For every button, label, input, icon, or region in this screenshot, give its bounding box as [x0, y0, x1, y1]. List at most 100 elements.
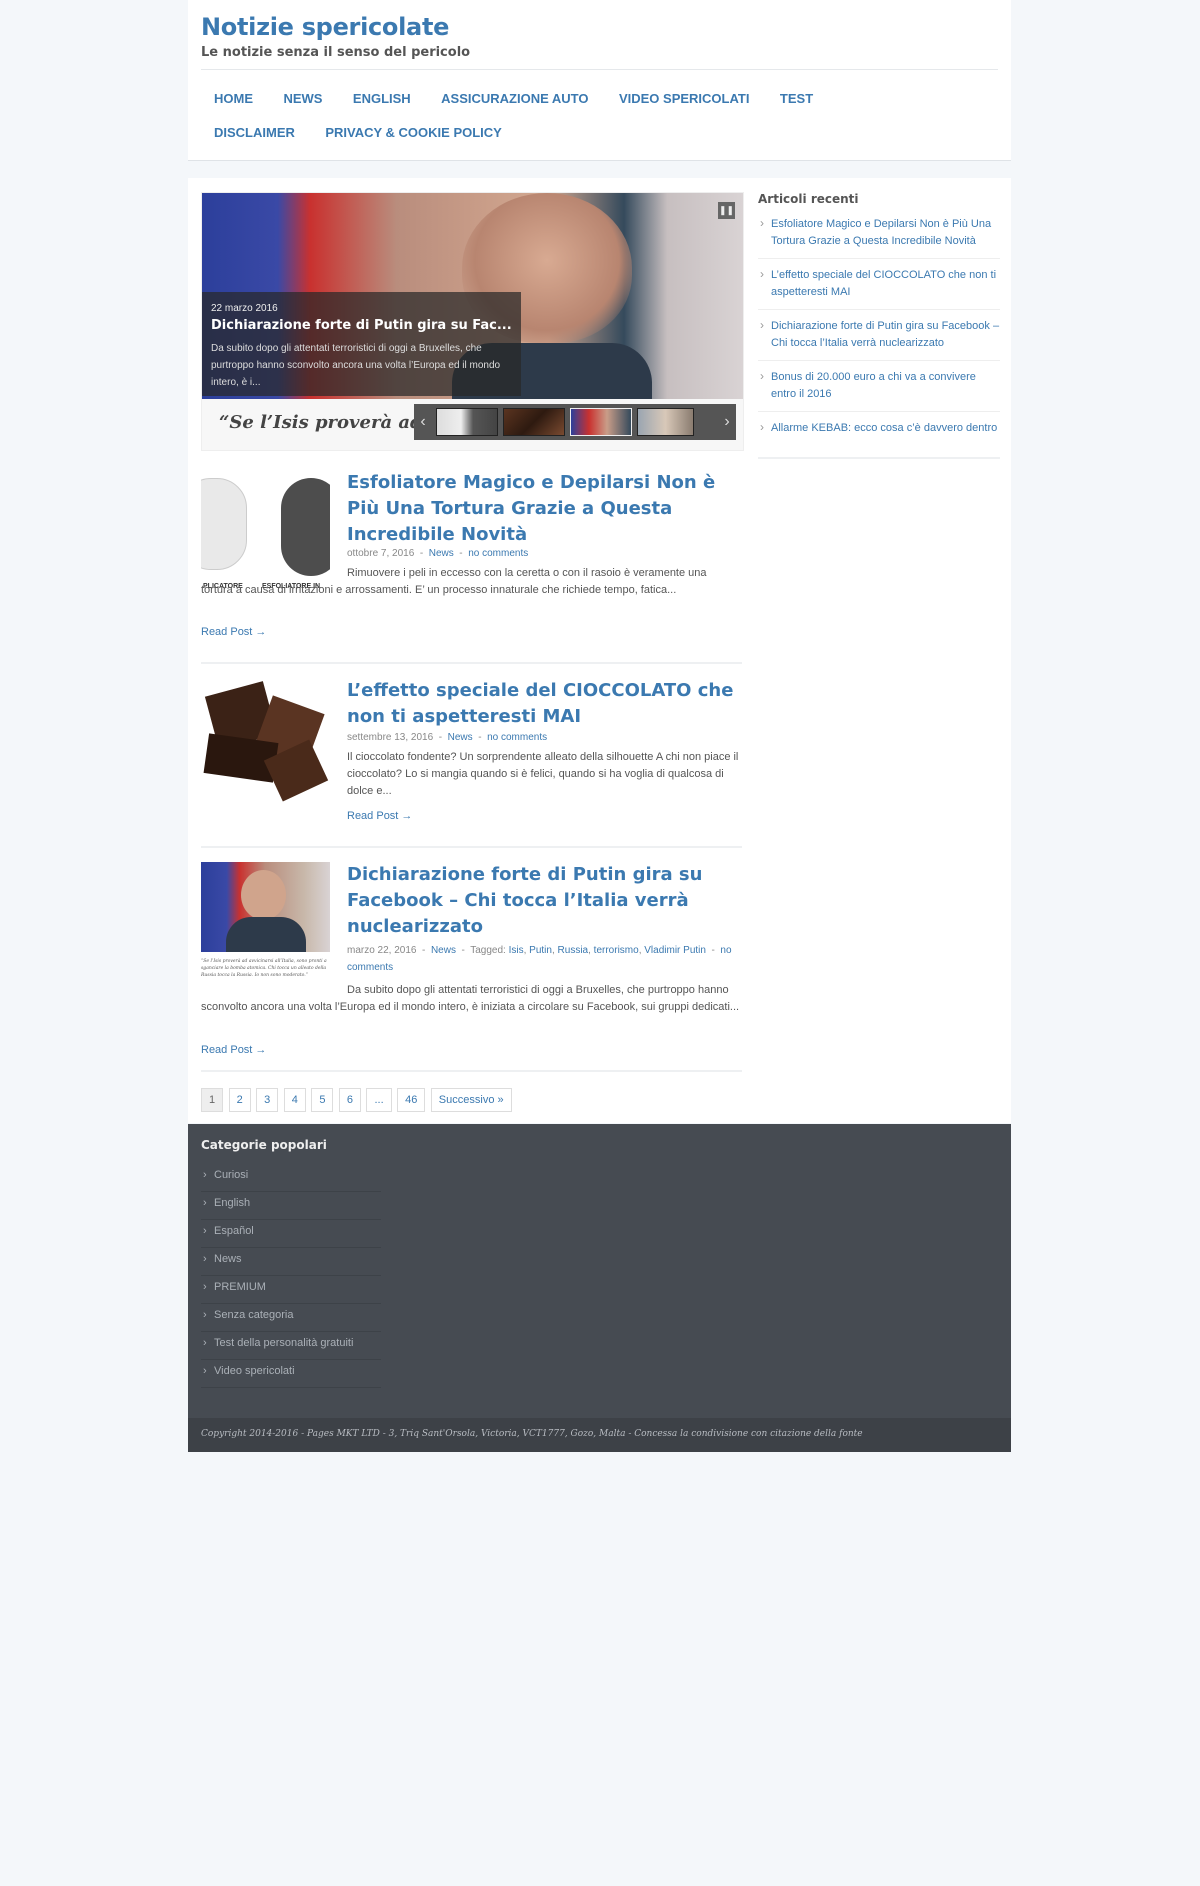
meta-separator: - [708, 945, 721, 956]
tag-link[interactable]: Russia [558, 945, 589, 956]
slide-strip-text: “Se l’Isis proverà ad a [219, 412, 441, 433]
sidebar: Articoli recenti Esfoliatore Magico e De… [758, 192, 1000, 459]
meta-separator: - [458, 945, 471, 956]
next-page-link[interactable]: Successivo » [430, 1088, 512, 1112]
nav-item-video-spericolati[interactable]: VIDEO SPERICOLATI [606, 82, 763, 116]
slide-caption: 22 marzo 2016 Dichiarazione forte di Put… [202, 292, 521, 396]
site-tagline: Le notizie senza il senso del pericolo [201, 45, 471, 60]
tag-link[interactable]: Putin [529, 945, 552, 956]
post-comments[interactable]: no comments [468, 548, 528, 559]
nav-item-disclaimer[interactable]: DISCLAIMER [201, 116, 308, 150]
thumb-quote: “Se l’Isis proverà ad avvicinarsi all’It… [201, 959, 327, 978]
read-more-link[interactable]: Read Post → [201, 626, 266, 638]
post-category[interactable]: News [431, 945, 456, 956]
nav-item-home[interactable]: HOME [201, 82, 266, 116]
post-category[interactable]: News [429, 548, 454, 559]
chevron-left-icon[interactable]: ‹ [414, 404, 432, 440]
post-title[interactable]: Esfoliatore Magico e Depilarsi Non è Più… [347, 470, 737, 548]
thumb-cioccolato[interactable] [503, 408, 565, 436]
post-title[interactable]: L’effetto speciale del CIOCCOLATO che no… [347, 678, 737, 730]
thumb-photo-face [241, 870, 286, 920]
product-shape [281, 478, 330, 576]
post-excerpt: Da subito dopo gli attentati terroristic… [201, 984, 740, 1013]
sidebar-divider [758, 457, 1000, 459]
site-footer: Categorie popolari Curiosi English Españ… [188, 1124, 1011, 1452]
page-link[interactable]: 6 [338, 1088, 362, 1112]
header-divider [201, 69, 998, 70]
sidebar-title: Articoli recenti [758, 192, 859, 206]
footer-category[interactable]: Español [201, 1220, 381, 1248]
read-more-link[interactable]: Read Post → [347, 810, 412, 822]
post-date: marzo 22, 2016 [347, 945, 417, 956]
pagination: 1 2 3 4 5 6 ... 46 Successivo » [201, 1088, 513, 1112]
page-link[interactable]: 5 [311, 1088, 334, 1112]
post-divider [201, 662, 742, 664]
slide-date: 22 marzo 2016 [211, 303, 278, 314]
sidebar-recent-post[interactable]: L’effetto speciale del CIOCCOLATO che no… [758, 266, 1000, 310]
footer-title: Categorie popolari [201, 1138, 327, 1152]
nav-item-news[interactable]: NEWS [270, 82, 335, 116]
footer-category[interactable]: News [201, 1248, 381, 1276]
slide-excerpt: Da subito dopo gli attentati terroristic… [211, 343, 501, 388]
post-item: PLICATORE ESFOLIATORE IN Esfoliatore Mag… [201, 470, 742, 660]
footer-category[interactable]: Video spericolati [201, 1360, 381, 1388]
footer-category[interactable]: Curiosi [201, 1164, 381, 1192]
page-link[interactable]: 4 [283, 1088, 306, 1112]
post-meta: ottobre 7, 2016 - News - no comments [347, 548, 528, 559]
product-shape [201, 478, 247, 570]
tag-link[interactable]: Isis [509, 945, 524, 956]
pause-icon[interactable]: ❚❚ [718, 202, 735, 219]
post-excerpt: Il cioccolato fondente? Un sorprendente … [347, 751, 739, 797]
slide-image[interactable]: 22 marzo 2016 Dichiarazione forte di Put… [202, 193, 743, 399]
page-link[interactable]: 2 [228, 1088, 251, 1112]
nav-item-assicurazione-auto[interactable]: ASSICURAZIONE AUTO [428, 82, 601, 116]
post-meta: marzo 22, 2016 - News - Tagged: Isis, Pu… [347, 945, 732, 973]
post-meta: settembre 13, 2016 - News - no comments [347, 732, 547, 743]
thumb-esfoliatore[interactable] [436, 408, 498, 436]
site-title[interactable]: Notizie spericolate [201, 13, 449, 41]
post-divider [201, 846, 742, 848]
page-wrapper: Notizie spericolate Le notizie senza il … [188, 0, 1011, 1452]
post-thumbnail[interactable] [201, 678, 330, 807]
sidebar-recent-post[interactable]: Dichiarazione forte di Putin gira su Fac… [758, 317, 1000, 361]
read-more-link[interactable]: Read Post → [201, 1044, 266, 1056]
main-content: 22 marzo 2016 Dichiarazione forte di Put… [188, 178, 1011, 1123]
sidebar-recent-post[interactable]: Esfoliatore Magico e Depilarsi Non è Più… [758, 215, 1000, 259]
post-title[interactable]: Dichiarazione forte di Putin gira su Fac… [347, 862, 737, 940]
page-ellipsis: ... [366, 1088, 392, 1112]
footer-category[interactable]: Test della personalità gratuiti [201, 1332, 381, 1360]
featured-slider[interactable]: 22 marzo 2016 Dichiarazione forte di Put… [201, 192, 744, 451]
meta-separator: - [435, 732, 448, 743]
post-excerpt: Rimuovere i peli in eccesso con la ceret… [201, 567, 707, 596]
slide-title[interactable]: Dichiarazione forte di Putin gira su Fac… [211, 318, 512, 333]
footer-category[interactable]: Senza categoria [201, 1304, 381, 1332]
footer-category[interactable]: English [201, 1192, 381, 1220]
thumb-putin[interactable] [570, 408, 632, 436]
post-date: settembre 13, 2016 [347, 732, 434, 743]
nav-item-test[interactable]: TEST [767, 82, 826, 116]
nav-item-privacy[interactable]: PRIVACY & COOKIE POLICY [312, 116, 515, 150]
footer-category-list: Curiosi English Español News PREMIUM Sen… [201, 1164, 381, 1388]
page-link[interactable]: 3 [256, 1088, 279, 1112]
meta-separator: - [417, 548, 429, 559]
sidebar-recent-post[interactable]: Bonus di 20.000 euro a chi va a conviver… [758, 368, 1000, 412]
sidebar-recent-post[interactable]: Allarme KEBAB: ecco cosa c’è davvero den… [758, 419, 1000, 445]
page-link[interactable]: 46 [397, 1088, 426, 1112]
copyright-text: Copyright 2014-2016 - Pages MKT LTD - 3,… [201, 1429, 863, 1439]
footer-category[interactable]: PREMIUM [201, 1276, 381, 1304]
post-comments[interactable]: no comments [487, 732, 547, 743]
tag-link[interactable]: terrorismo [594, 945, 639, 956]
chevron-right-icon[interactable]: › [718, 404, 736, 440]
post-item: L’effetto speciale del CIOCCOLATO che no… [201, 678, 742, 843]
post-date: ottobre 7, 2016 [347, 548, 415, 559]
tag-link[interactable]: Vladimir Putin [644, 945, 706, 956]
meta-separator: - [475, 732, 488, 743]
slider-thumbnails: ‹ › [414, 404, 736, 440]
page-link-current[interactable]: 1 [201, 1088, 224, 1112]
nav-item-english[interactable]: ENGLISH [340, 82, 424, 116]
post-thumbnail[interactable]: “Se l’Isis proverà ad avvicinarsi all’It… [201, 862, 330, 991]
post-category[interactable]: News [448, 732, 473, 743]
meta-separator: - [456, 548, 469, 559]
thumb-bonus[interactable] [637, 408, 694, 436]
post-divider [201, 1070, 742, 1072]
